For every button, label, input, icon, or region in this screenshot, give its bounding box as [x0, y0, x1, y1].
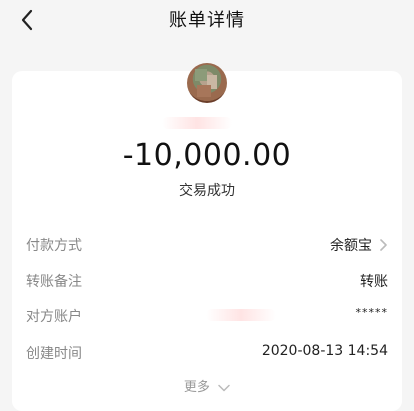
detail-label: 对方账户 — [26, 309, 82, 325]
detail-row-payment-method[interactable]: 付款方式 余额宝 — [26, 235, 388, 257]
avatar — [187, 63, 227, 103]
transaction-status: 交易成功 — [179, 183, 235, 199]
payment-method-value: 余额宝 — [330, 238, 372, 254]
detail-value: 余额宝 — [330, 235, 388, 255]
detail-row-counterparty-account: 对方账户 ***** — [26, 306, 388, 328]
page-title: 账单详情 — [169, 10, 245, 31]
blurred-account-name — [206, 309, 276, 321]
masked-account-value: ***** — [355, 306, 388, 319]
detail-label: 付款方式 — [26, 238, 82, 254]
chevron-right-icon — [380, 239, 387, 251]
detail-row-created-time: 创建时间 2020-08-13 14:54 — [26, 343, 388, 365]
detail-value: 2020-08-13 14:54 — [261, 343, 388, 359]
chevron-down-icon — [218, 384, 230, 391]
transaction-amount: -10,000.00 — [122, 138, 292, 173]
navigation-bar: 账单详情 — [0, 0, 414, 40]
more-button[interactable]: 更多 — [0, 376, 414, 395]
detail-value: 转账 — [360, 274, 388, 290]
detail-label: 创建时间 — [26, 346, 82, 362]
more-label: 更多 — [183, 380, 210, 395]
blurred-counterparty-name — [162, 117, 232, 129]
detail-row-remark: 转账备注 转账 — [26, 271, 388, 293]
detail-label: 转账备注 — [26, 274, 82, 290]
